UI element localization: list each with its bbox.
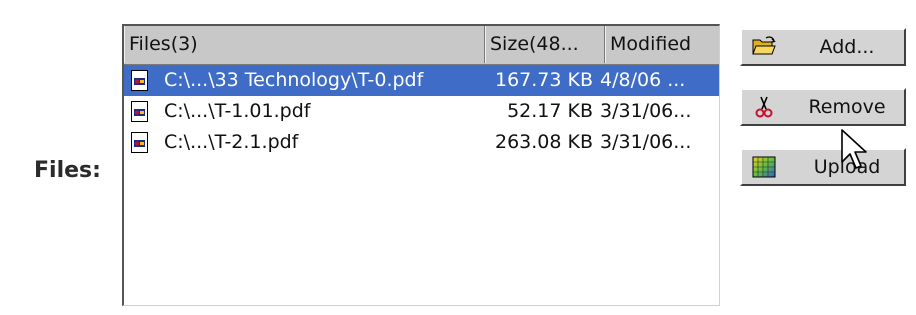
open-folder-icon [752,36,776,55]
file-modified: 3/31/06... [600,100,692,122]
file-row[interactable]: C:\...\T-1.01.pdf 52.17 KB 3/31/06... [124,96,719,127]
file-name: C:\...\T-2.1.pdf [164,131,299,153]
file-size: 263.08 KB [494,131,593,153]
file-list-header: Files(3) Size(48... Modified [124,26,719,65]
file-name: C:\...\33 Technology\T-0.pdf [164,69,424,91]
pdf-file-icon [131,101,148,122]
files-label: Files: [34,158,101,183]
file-modified: 3/31/06... [600,131,692,153]
file-modified: 4/8/06 ... [600,69,686,91]
column-header-modified[interactable]: Modified [605,26,719,63]
file-upload-form: Files: Files(3) Size(48... Modified C:\.… [0,0,916,315]
file-size: 52.17 KB [507,100,593,122]
file-name: C:\...\T-1.01.pdf [164,100,311,122]
column-header-files[interactable]: Files(3) [124,26,485,63]
mouse-pointer-icon [841,129,867,169]
add-button-label: Add... [819,36,875,58]
remove-button[interactable]: Remove [740,88,906,126]
file-size: 167.73 KB [494,69,593,91]
column-header-size[interactable]: Size(48... [485,26,605,63]
add-button[interactable]: Add... [740,28,906,66]
upload-button[interactable]: Upload [740,148,906,186]
file-row[interactable]: C:\...\T-2.1.pdf 263.08 KB 3/31/06... [124,127,719,158]
upload-grid-icon [752,156,776,178]
remove-button-label: Remove [808,96,886,118]
pdf-file-icon [131,132,148,153]
scissors-icon [755,96,773,118]
file-row[interactable]: C:\...\33 Technology\T-0.pdf 167.73 KB 4… [124,65,719,96]
file-list[interactable]: Files(3) Size(48... Modified C:\...\33 T… [122,24,720,306]
pdf-file-icon [131,70,148,91]
file-list-rows: C:\...\33 Technology\T-0.pdf 167.73 KB 4… [124,65,719,158]
